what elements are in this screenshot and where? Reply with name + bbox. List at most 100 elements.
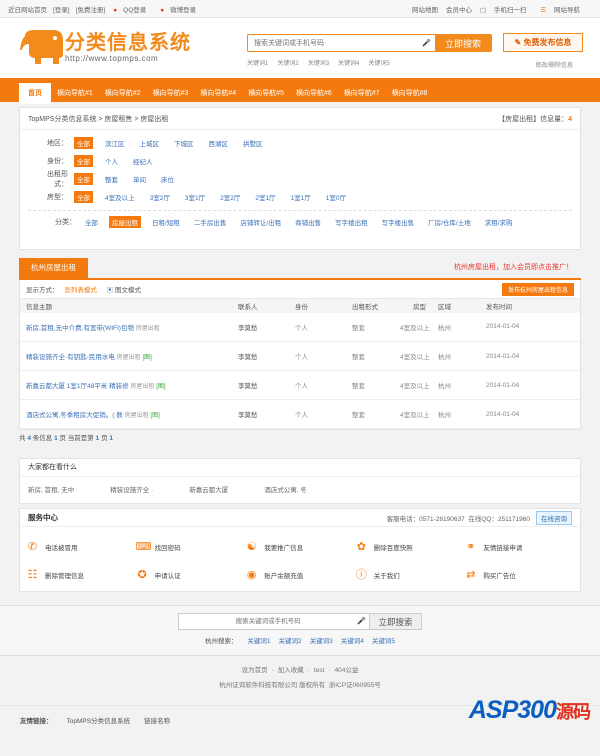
service-item[interactable]: ✿ 删除百度快照	[355, 533, 465, 561]
promo-link[interactable]: 杭州房屋出租，加入会员即点击推广！	[454, 258, 573, 278]
service-item[interactable]: ⚭ 友情链接申请	[464, 533, 574, 561]
filter-option[interactable]: 床位	[158, 173, 177, 185]
login-link[interactable]: [登录]	[53, 7, 70, 14]
listing-tab[interactable]: 杭州房屋出租	[19, 258, 88, 278]
nav-home[interactable]: 首页	[19, 82, 51, 104]
table-row[interactable]: 新房,首租,无中介费,有宽带(WIFI)包物 房屋出租 李莫愁 个人 整套 4室及以上…	[20, 312, 580, 342]
nav-item[interactable]: 横向导航#2	[99, 83, 147, 104]
bottom-search-input[interactable]	[179, 614, 358, 629]
category-option[interactable]: 日租/短租	[149, 216, 183, 228]
service-item[interactable]: ✪ 申请认证	[136, 561, 246, 589]
filter-option[interactable]: 单间	[130, 173, 149, 185]
trending-item[interactable]: 新房, 首租, 无中	[28, 484, 74, 494]
logo[interactable]: 分类信息系统 http://www.topmps.com	[19, 28, 191, 66]
filter-option[interactable]: 1室0厅	[323, 191, 349, 203]
list-mode-button[interactable]: ▦列表模式	[64, 287, 97, 294]
hot-keyword[interactable]: 关键词2	[278, 638, 301, 645]
footer-link[interactable]: test	[314, 667, 324, 674]
category-option[interactable]: 全部	[82, 216, 101, 228]
breadcrumb-path[interactable]: TopMPS分类信息系统 > 房屋租售 > 房屋出租	[28, 114, 168, 124]
friend-link[interactable]: 链接名称	[144, 715, 170, 725]
filter-option[interactable]: 下城区	[171, 137, 197, 149]
service-item[interactable]: ◉ 账户余额充值	[245, 561, 355, 589]
home-link[interactable]: 近日网站首页	[8, 7, 47, 14]
online-consult-button[interactable]: 在线咨询	[536, 510, 572, 525]
mobile-scan-link[interactable]: ▢ 手机扫一扫	[480, 7, 532, 14]
filter-option[interactable]: 全部	[74, 137, 93, 149]
register-link[interactable]: [免费注册]	[76, 7, 106, 14]
filter-option[interactable]: 上城区	[137, 137, 163, 149]
filter-option[interactable]: 个人	[102, 155, 121, 167]
hot-keyword[interactable]: 关键词3	[310, 638, 333, 645]
page-link[interactable]: 1	[109, 435, 113, 442]
icp-link[interactable]: 浙ICP证060955号	[329, 682, 381, 689]
filter-option[interactable]: 3室2厅	[147, 191, 173, 203]
footer-link[interactable]: 404公益	[335, 667, 359, 674]
footer-link[interactable]: 加入收藏	[278, 667, 304, 674]
footer-link[interactable]: 设为首页	[242, 667, 268, 674]
site-nav-link[interactable]: ☰ 网站导航	[540, 7, 586, 14]
filter-option[interactable]: 2室2厅	[217, 191, 243, 203]
filter-option[interactable]: 2室1厅	[252, 191, 278, 203]
modify-link[interactable]: 修改/删除信息	[535, 60, 573, 69]
category-option[interactable]: 厂房/仓库/土地	[425, 216, 474, 228]
trending-item[interactable]: 新嘉云都大厦	[189, 484, 228, 494]
service-item[interactable]: ⌨ 找回密码	[136, 533, 246, 561]
category-option[interactable]: 写字楼出租	[332, 216, 371, 228]
hot-keyword[interactable]: 关键词4	[338, 61, 359, 67]
nav-item[interactable]: 横向导航#1	[51, 83, 99, 104]
trending-item[interactable]: 酒店式公寓, 冬	[264, 484, 307, 494]
service-item[interactable]: ✆ 电话被冒用	[26, 533, 136, 561]
member-center-link[interactable]: 会员中心	[446, 7, 472, 14]
nav-item[interactable]: 横向导航#5	[242, 83, 290, 104]
hot-keyword[interactable]: 关键词5	[368, 61, 389, 67]
sitemap-link[interactable]: 网站地图	[412, 7, 438, 14]
filter-option[interactable]: 整套	[102, 173, 121, 185]
category-option[interactable]: 商铺出售	[292, 216, 324, 228]
filter-option[interactable]: 全部	[74, 155, 93, 167]
microphone-icon[interactable]: 🎤	[422, 35, 431, 51]
listing-title-link[interactable]: 新房,首租,无中介费,有宽带(WIFI)包物	[26, 325, 134, 332]
service-item[interactable]: ☯ 我要推广信息	[245, 533, 355, 561]
listing-title-link[interactable]: 新嘉云都大厦 1室1厅48平米 精装修	[26, 383, 129, 390]
trending-item[interactable]: 精装设施齐全 ·	[110, 484, 153, 494]
picture-mode-button[interactable]: ▣ 图文模式	[107, 287, 141, 294]
category-option[interactable]: 店铺转让/出租	[237, 216, 284, 228]
service-item[interactable]: ⓘ 关于我们	[355, 561, 465, 589]
qq-login-link[interactable]: ● QQ登录	[113, 7, 152, 14]
category-option[interactable]: 二手房出售	[191, 216, 230, 228]
nav-item[interactable]: 横向导航#7	[338, 83, 386, 104]
table-row[interactable]: 精装设施齐全·有钥匙·民用水电 房屋出租 [图] 李莫愁 个人 整套 4室及以上 杭州 2…	[20, 341, 580, 371]
filter-option[interactable]: 全部	[74, 173, 93, 185]
filter-option[interactable]: 滨江区	[102, 137, 128, 149]
listing-title-link[interactable]: 酒店式公寓,冬季租房大促销。( 数	[26, 412, 123, 419]
filter-option[interactable]: 4室及以上	[102, 191, 138, 203]
filter-option[interactable]: 1室1厅	[288, 191, 314, 203]
service-item[interactable]: ☷ 删除管理信息	[26, 561, 136, 589]
nav-item[interactable]: 横向导航#8	[386, 83, 434, 104]
category-option[interactable]: 求租/求购	[482, 216, 516, 228]
nav-item[interactable]: 横向导航#3	[147, 83, 195, 104]
table-row[interactable]: 酒店式公寓,冬季租房大促销。( 数 房屋出租 [图] 李莫愁 个人 整套 4室及以上杭…	[20, 399, 580, 429]
hot-keyword[interactable]: 关键词1	[247, 61, 268, 67]
service-item[interactable]: ⇄ 购买广告位	[464, 561, 574, 589]
hot-keyword[interactable]: 关键词4	[341, 638, 364, 645]
bottom-search-button[interactable]: 立即搜索	[369, 614, 421, 629]
publish-listing-button[interactable]: 发布杭州房屋出租信息	[501, 282, 574, 296]
hot-keyword[interactable]: 关键词1	[247, 638, 270, 645]
filter-option[interactable]: 西湖区	[206, 137, 232, 149]
hot-keyword[interactable]: 关键词3	[308, 61, 329, 67]
listing-title-link[interactable]: 精装设施齐全·有钥匙·民用水电	[26, 354, 115, 361]
hot-keyword[interactable]: 关键词5	[372, 638, 395, 645]
category-option[interactable]: 房屋出租	[109, 215, 141, 228]
category-option[interactable]: 写字楼出售	[379, 216, 418, 228]
hot-keyword[interactable]: 关键词2	[277, 61, 298, 67]
microphone-icon[interactable]: 🎤	[357, 614, 366, 629]
filter-option[interactable]: 经纪人	[130, 155, 156, 167]
publish-button[interactable]: ✎ 免费发布信息	[503, 33, 583, 52]
nav-item[interactable]: 横向导航#6	[290, 83, 338, 104]
filter-option[interactable]: 3室1厅	[182, 191, 208, 203]
table-row[interactable]: 新嘉云都大厦 1室1厅48平米 精装修 房屋出租 [图] 李莫愁 个人 整套 4室及以…	[20, 370, 580, 400]
filter-option[interactable]: 拱墅区	[240, 137, 266, 149]
search-button[interactable]: 立即搜索	[435, 35, 491, 51]
